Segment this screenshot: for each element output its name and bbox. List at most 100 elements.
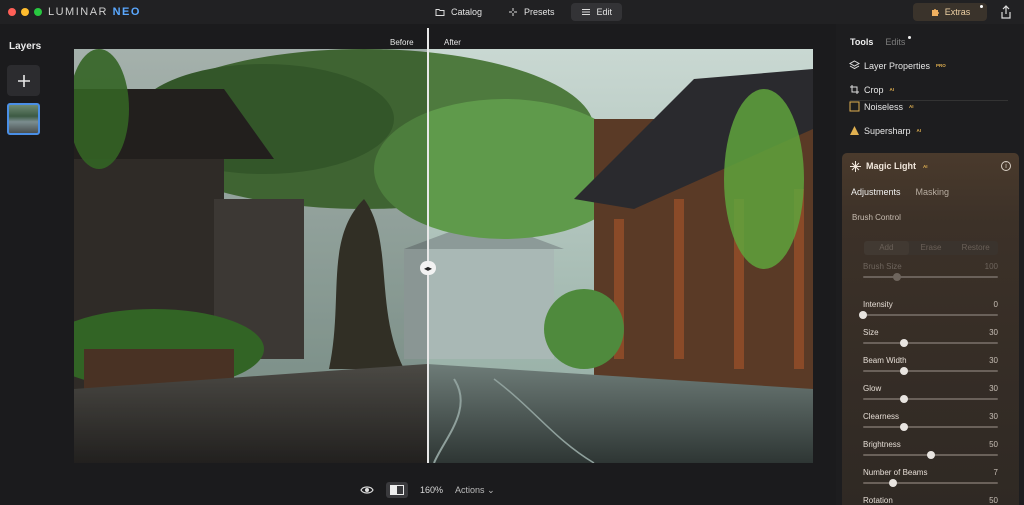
app-logo: LUMINAR NEO <box>48 6 141 18</box>
compare-toggle-button[interactable] <box>386 482 408 498</box>
slider-label: Clearness <box>863 412 900 421</box>
slider-label: Brush Size <box>863 262 902 271</box>
after-label: After <box>444 38 461 47</box>
extras-button[interactable]: Extras <box>913 3 987 21</box>
close-window-button[interactable] <box>8 8 16 16</box>
ai-tag: AI <box>923 163 928 169</box>
slider-label: Size <box>863 328 879 337</box>
zoom-window-button[interactable] <box>34 8 42 16</box>
triangle-warning-icon <box>850 126 859 135</box>
actions-label: Actions <box>455 484 485 495</box>
slider-value: 7 <box>993 468 998 477</box>
tool-supersharp[interactable]: Supersharp AI <box>849 125 921 136</box>
slider-value: 50 <box>989 496 998 505</box>
layers-icon <box>849 60 860 70</box>
title-bar: LUMINAR NEO Catalog Presets Edit Extras <box>0 0 1024 24</box>
split-view-icon <box>390 485 404 495</box>
noiseless-icon <box>849 101 860 112</box>
slider-value: 50 <box>989 440 998 449</box>
slider-knob[interactable] <box>899 423 908 431</box>
slider-track[interactable] <box>863 342 998 344</box>
main-nav: Catalog Presets Edit <box>425 3 623 21</box>
ai-tag: AI <box>889 87 895 92</box>
split-divider[interactable] <box>427 28 429 463</box>
slider-knob[interactable] <box>888 479 897 487</box>
slider-label: Brightness <box>863 440 901 449</box>
slider-track[interactable] <box>863 398 998 400</box>
plus-icon <box>17 74 30 87</box>
minimize-window-button[interactable] <box>21 8 29 16</box>
magic-light-title: Magic Light <box>866 161 916 171</box>
tab-edit-label: Edit <box>596 7 613 17</box>
slider-track[interactable] <box>863 482 998 484</box>
eye-icon[interactable] <box>360 483 374 497</box>
actions-menu[interactable]: Actions ⌄ <box>455 485 495 496</box>
layers-title: Layers <box>9 41 42 52</box>
magic-light-section: Magic Light AI i Adjustments Masking Brus… <box>842 153 1019 505</box>
sliders-icon <box>581 9 590 15</box>
zoom-level[interactable]: 160% <box>420 485 443 495</box>
tool-crop[interactable]: Crop AI <box>849 84 894 95</box>
window-controls <box>8 8 42 16</box>
slider-knob[interactable] <box>899 367 908 375</box>
logo-accent: NEO <box>112 6 141 18</box>
split-handle-icon[interactable]: ◂▸ <box>420 261 436 275</box>
slider-label: Glow <box>863 384 882 393</box>
slider-value: 0 <box>993 300 998 309</box>
tab-edit[interactable]: Edit <box>570 3 623 21</box>
slider-value: 30 <box>989 412 998 421</box>
tool-noiseless[interactable]: Noiseless AI <box>849 101 914 112</box>
ai-tag: AI <box>916 128 922 133</box>
magic-light-header[interactable]: Magic Light AI <box>842 153 1019 179</box>
slider-value: 30 <box>989 328 998 337</box>
slider-track[interactable] <box>863 314 998 316</box>
slider-label: Number of Beams <box>863 468 928 477</box>
slider-knob[interactable] <box>926 451 935 459</box>
brush-restore-button[interactable]: Restore <box>953 241 998 255</box>
extras-label: Extras <box>944 7 971 17</box>
tool-layer-properties-label: Layer Properties <box>864 60 931 71</box>
slider-knob[interactable] <box>899 339 908 347</box>
slider-value: 30 <box>989 384 998 393</box>
brush-mode-buttons: Add Erase Restore <box>864 241 998 255</box>
tool-layer-properties[interactable]: Layer Properties PRO <box>849 60 946 71</box>
brush-add-button[interactable]: Add <box>864 241 909 255</box>
crop-icon <box>850 85 859 94</box>
tab-edits[interactable]: Edits <box>885 36 912 47</box>
tab-presets-label: Presets <box>524 7 555 17</box>
photo-canvas[interactable] <box>74 49 813 463</box>
tab-tools[interactable]: Tools <box>850 37 873 47</box>
slider-label: Rotation <box>863 496 893 505</box>
tool-supersharp-label: Supersharp <box>864 125 911 136</box>
tab-presets[interactable]: Presets <box>498 3 565 21</box>
slider-track[interactable] <box>863 370 998 372</box>
slider-knob[interactable] <box>899 395 908 403</box>
slider-value: 30 <box>989 356 998 365</box>
add-layer-button[interactable] <box>7 65 40 96</box>
layer-thumbnail[interactable] <box>7 103 40 135</box>
slider-knob[interactable] <box>859 311 867 319</box>
brush-control-title: Brush Control <box>852 213 901 222</box>
info-icon[interactable]: i <box>1001 161 1011 171</box>
extras-badge <box>980 5 983 8</box>
slider-track[interactable] <box>863 426 998 428</box>
puzzle-icon <box>931 9 939 16</box>
chevron-down-icon: ⌄ <box>487 484 495 495</box>
share-icon[interactable] <box>1000 5 1012 19</box>
pro-tag: PRO <box>936 63 946 68</box>
folder-icon <box>435 9 445 16</box>
bottom-toolbar: 160% Actions ⌄ <box>360 481 495 499</box>
magic-sparkle-icon <box>850 160 861 172</box>
ai-tag: AI <box>909 104 914 109</box>
subtab-adjustments[interactable]: Adjustments <box>851 187 901 197</box>
slider-label: Intensity <box>863 300 893 309</box>
slider-track[interactable] <box>863 276 998 278</box>
slider-label: Beam Width <box>863 356 907 365</box>
tab-catalog[interactable]: Catalog <box>425 3 492 21</box>
tool-noiseless-label: Noiseless <box>864 101 904 112</box>
brush-erase-button[interactable]: Erase <box>909 241 954 255</box>
subtab-masking[interactable]: Masking <box>916 187 950 197</box>
slider-knob[interactable] <box>892 273 901 281</box>
magic-light-subtabs: Adjustments Masking <box>851 187 949 197</box>
logo-main: LUMINAR <box>48 6 109 18</box>
